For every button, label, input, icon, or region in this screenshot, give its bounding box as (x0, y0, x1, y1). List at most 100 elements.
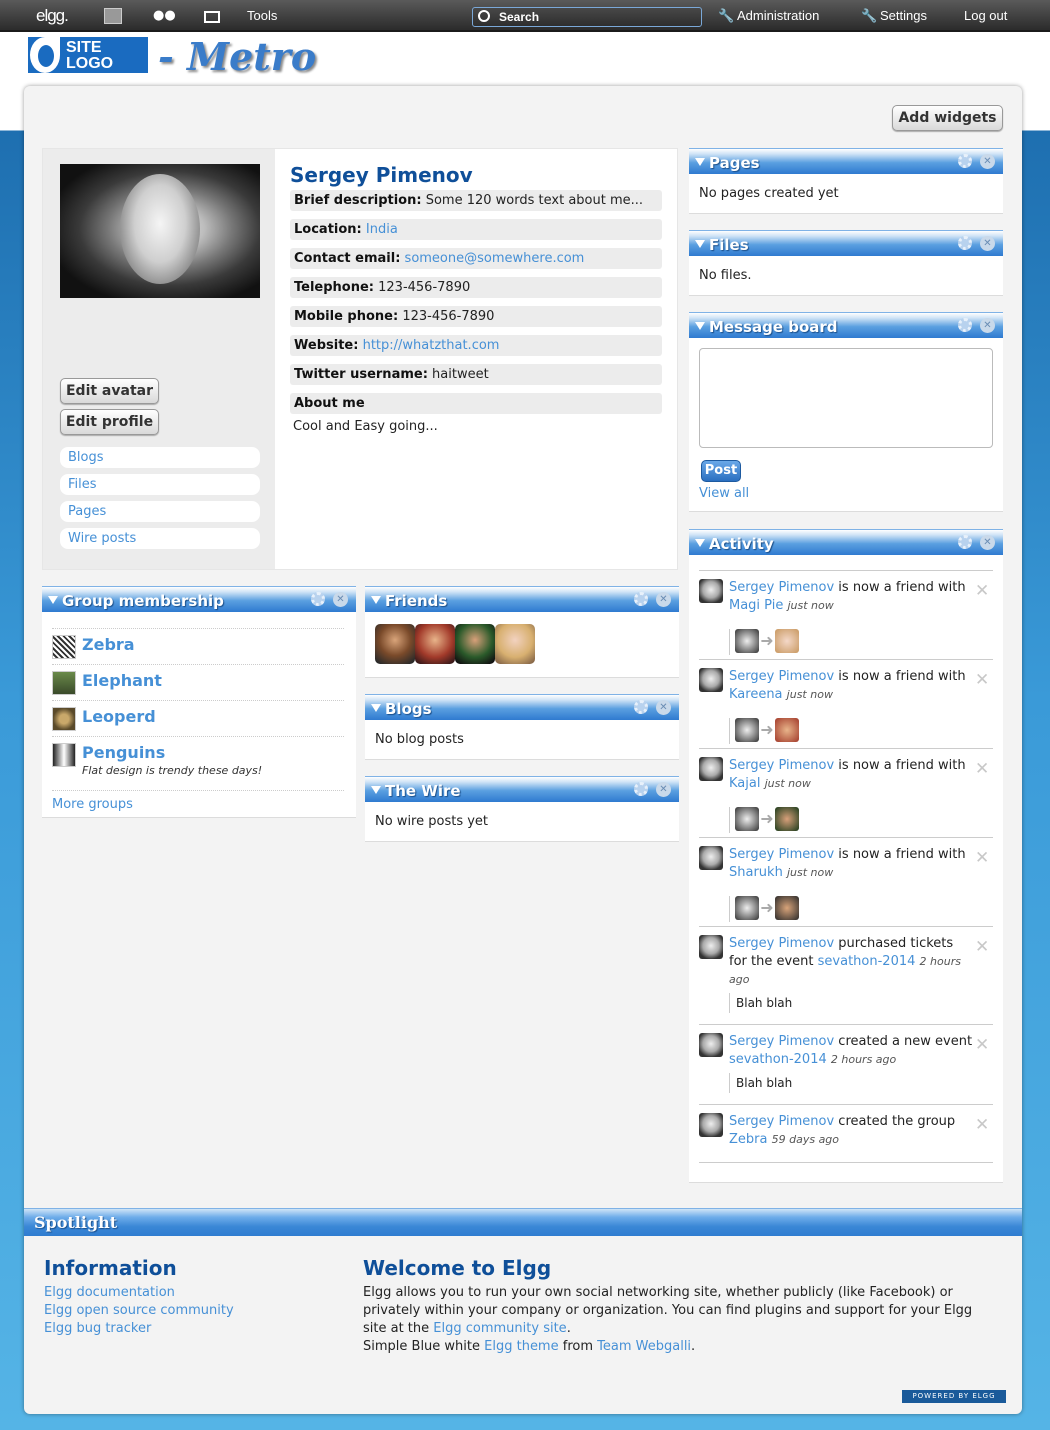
location-link[interactable]: India (366, 222, 398, 237)
site-logo[interactable]: SITE LOGO (28, 37, 148, 73)
widget-header[interactable]: Message board ✕ (689, 312, 1003, 338)
gear-icon[interactable] (958, 535, 972, 549)
gear-icon[interactable] (311, 592, 325, 606)
friend-avatar[interactable] (415, 624, 455, 664)
delete-icon[interactable]: ✕ (975, 848, 989, 868)
gear-icon[interactable] (634, 782, 648, 796)
target-link[interactable]: Kareena (729, 687, 783, 702)
search-input[interactable]: Search (472, 7, 702, 27)
avatar[interactable] (735, 718, 759, 742)
widget-header[interactable]: Group membership ✕ (42, 586, 356, 612)
avatar[interactable] (735, 807, 759, 831)
actor-link[interactable]: Sergey Pimenov (729, 936, 834, 951)
actor-link[interactable]: Sergey Pimenov (729, 1114, 834, 1129)
avatar[interactable] (735, 629, 759, 653)
avatar[interactable] (775, 896, 799, 920)
administration-link[interactable]: Administration (737, 8, 819, 23)
delete-icon[interactable]: ✕ (975, 581, 989, 601)
collapse-arrow-icon[interactable] (695, 322, 705, 330)
avatar[interactable] (775, 629, 799, 653)
widget-header[interactable]: Pages ✕ (689, 148, 1003, 174)
view-all-link[interactable]: View all (699, 486, 749, 501)
sidebar-link-wire-posts[interactable]: Wire posts (60, 528, 260, 549)
collapse-arrow-icon[interactable] (371, 704, 381, 712)
gear-icon[interactable] (958, 318, 972, 332)
avatar-icon[interactable] (104, 8, 122, 24)
widget-header[interactable]: Blogs ✕ (365, 694, 679, 720)
avatar[interactable] (775, 807, 799, 831)
friend-avatar[interactable] (455, 624, 495, 664)
target-link[interactable]: Zebra (729, 1132, 767, 1147)
close-icon[interactable]: ✕ (980, 154, 995, 169)
gear-icon[interactable] (958, 154, 972, 168)
logout-link[interactable]: Log out (964, 8, 1007, 23)
collapse-arrow-icon[interactable] (695, 240, 705, 248)
avatar[interactable] (735, 896, 759, 920)
elgg-logo-link[interactable]: elgg. (36, 6, 69, 26)
community-site-link[interactable]: Elgg community site (433, 1321, 566, 1336)
actor-link[interactable]: Sergey Pimenov (729, 669, 834, 684)
target-link[interactable]: Sharukh (729, 865, 783, 880)
elgg-theme-link[interactable]: Elgg theme (484, 1339, 558, 1354)
close-icon[interactable]: ✕ (656, 592, 671, 607)
friends-icon[interactable]: ●● (153, 8, 176, 24)
group-link[interactable]: Penguins (82, 743, 165, 762)
sidebar-link-files[interactable]: Files (60, 474, 260, 495)
avatar[interactable] (699, 1033, 723, 1057)
website-link[interactable]: http://whatzthat.com (363, 338, 500, 353)
group-link[interactable]: Zebra (82, 635, 135, 654)
more-groups-link[interactable]: More groups (52, 790, 344, 812)
avatar[interactable] (699, 935, 723, 959)
collapse-arrow-icon[interactable] (48, 596, 58, 604)
post-button[interactable]: Post (701, 460, 741, 482)
target-link[interactable]: Kajal (729, 776, 760, 791)
add-widgets-button[interactable]: Add widgets (892, 105, 1003, 131)
close-icon[interactable]: ✕ (980, 236, 995, 251)
target-link[interactable]: sevathon-2014 (729, 1052, 827, 1067)
widget-header[interactable]: Activity ✕ (689, 529, 1003, 555)
close-icon[interactable]: ✕ (980, 535, 995, 550)
friend-avatar[interactable] (495, 624, 535, 664)
edit-profile-button[interactable]: Edit profile (60, 409, 159, 435)
delete-icon[interactable]: ✕ (975, 937, 989, 957)
avatar[interactable] (699, 1113, 723, 1137)
info-link[interactable]: Elgg bug tracker (44, 1320, 344, 1338)
powered-by-elgg-badge[interactable]: POWERED BY ELGG (902, 1390, 1006, 1403)
actor-link[interactable]: Sergey Pimenov (729, 758, 834, 773)
actor-link[interactable]: Sergey Pimenov (729, 847, 834, 862)
collapse-arrow-icon[interactable] (695, 539, 705, 547)
messages-icon[interactable] (204, 11, 220, 23)
widget-header[interactable]: The Wire ✕ (365, 776, 679, 802)
group-link[interactable]: Leoperd (82, 707, 156, 726)
collapse-arrow-icon[interactable] (695, 158, 705, 166)
target-link[interactable]: sevathon-2014 (818, 954, 916, 969)
close-icon[interactable]: ✕ (980, 318, 995, 333)
avatar[interactable] (699, 757, 723, 781)
close-icon[interactable]: ✕ (656, 782, 671, 797)
delete-icon[interactable]: ✕ (975, 759, 989, 779)
gear-icon[interactable] (958, 236, 972, 250)
info-link[interactable]: Elgg documentation (44, 1284, 344, 1302)
spotlight-header[interactable]: Spotlight (24, 1208, 1022, 1236)
team-webgalli-link[interactable]: Team Webgalli (597, 1339, 691, 1354)
avatar[interactable] (699, 579, 723, 603)
gear-icon[interactable] (634, 592, 648, 606)
info-link[interactable]: Elgg open source community (44, 1302, 344, 1320)
message-board-input[interactable] (699, 348, 993, 448)
delete-icon[interactable]: ✕ (975, 1115, 989, 1135)
sidebar-link-pages[interactable]: Pages (60, 501, 260, 522)
avatar[interactable] (699, 846, 723, 870)
collapse-arrow-icon[interactable] (371, 786, 381, 794)
widget-header[interactable]: Friends ✕ (365, 586, 679, 612)
friend-avatar[interactable] (375, 624, 415, 664)
widget-header[interactable]: Files ✕ (689, 230, 1003, 256)
settings-link[interactable]: Settings (880, 8, 927, 23)
target-link[interactable]: Magi Pie (729, 598, 783, 613)
close-icon[interactable]: ✕ (333, 592, 348, 607)
avatar[interactable] (699, 668, 723, 692)
tools-menu[interactable]: Tools (247, 8, 277, 23)
sidebar-link-blogs[interactable]: Blogs (60, 447, 260, 468)
avatar[interactable] (775, 718, 799, 742)
delete-icon[interactable]: ✕ (975, 670, 989, 690)
actor-link[interactable]: Sergey Pimenov (729, 580, 834, 595)
